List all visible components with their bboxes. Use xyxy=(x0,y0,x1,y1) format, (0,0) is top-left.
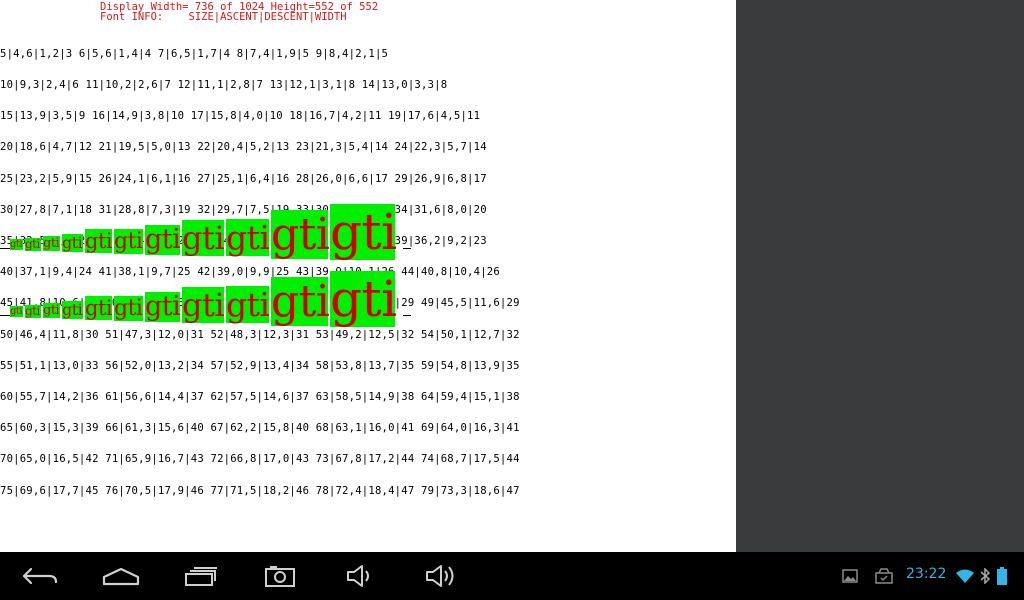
wifi-icon xyxy=(956,569,974,583)
font-table-row: 55|51,1|13,0|33 56|52,0|13,2|34 57|52,9|… xyxy=(0,359,520,372)
font-sample: gti xyxy=(43,236,60,251)
home-button[interactable] xyxy=(100,560,142,592)
font-table-row: 70|65,0|16,5|42 71|65,9|16,7|43 72|66,8|… xyxy=(0,453,520,466)
baseline-marker xyxy=(403,248,411,249)
font-sample: gti xyxy=(182,219,225,257)
font-sample: gti xyxy=(271,209,330,260)
font-sample: gti xyxy=(25,237,41,251)
font-sample: gti xyxy=(25,304,41,318)
font-sample: gti xyxy=(85,229,113,253)
recent-apps-icon xyxy=(185,567,217,586)
volume-down-icon xyxy=(347,565,369,587)
gallery-notification[interactable] xyxy=(842,560,858,592)
font-sample: gti xyxy=(85,296,113,320)
screenshot-button[interactable] xyxy=(263,560,297,592)
font-table-row: 65|60,3|15,3|39 66|61,3|15,6|40 67|62,2|… xyxy=(0,422,520,435)
recent-apps-button[interactable] xyxy=(182,560,220,592)
status-clock: 23:22 xyxy=(906,566,947,582)
side-panel xyxy=(736,0,1024,552)
font-sample-row: gti gti gti gti gti gti gti gti gti gti gti xyxy=(0,268,736,348)
storage-notification[interactable] xyxy=(875,560,893,592)
font-sample: gti xyxy=(43,303,60,318)
font-table-row: 25|23,2|5,9|15 26|24,1|6,1|16 27|25,1|6,… xyxy=(0,172,487,185)
font-table-row: 20|18,6|4,7|12 21|19,5|5,0|13 22|20,4|5,… xyxy=(0,141,487,154)
bluetooth-icon xyxy=(980,568,990,584)
back-button[interactable] xyxy=(20,560,60,592)
font-table-row: 60|55,7|14,2|36 61|56,6|14,4|37 62|57,5|… xyxy=(0,391,520,404)
home-icon xyxy=(102,567,140,586)
wifi-status xyxy=(955,560,975,592)
battery-icon xyxy=(997,567,1007,585)
font-sample: gti xyxy=(10,306,23,317)
font-sample: gti xyxy=(330,270,397,328)
font-sample: gti xyxy=(62,300,83,319)
navigation-bar xyxy=(0,552,1024,600)
font-sample: gti xyxy=(145,224,181,255)
font-sample: gti xyxy=(226,285,270,324)
font-table-row: 5|4,6|1,2|3 6|5,6|1,4|4 7|6,5|1,7|4 8|7,… xyxy=(0,47,389,60)
screenshot-icon xyxy=(265,566,295,587)
font-sample: gti xyxy=(271,276,330,327)
baseline-marker xyxy=(0,315,10,316)
storage-notification-icon xyxy=(875,568,893,584)
bluetooth-status xyxy=(980,560,990,592)
font-table-row: 75|69,6|17,7|45 76|70,5|17,9|46 77|71,5|… xyxy=(0,484,520,497)
app-canvas: Display Width= 736 of 1024 Height=552 of… xyxy=(0,0,736,552)
font-sample: gti xyxy=(62,233,83,252)
font-sample: gti xyxy=(330,203,397,261)
font-sample: gti xyxy=(226,218,270,257)
font-sample: gti xyxy=(10,239,23,250)
font-sample: gti xyxy=(182,286,225,324)
gallery-notification-icon xyxy=(842,569,858,583)
font-sample: gti xyxy=(114,296,143,321)
baseline-marker xyxy=(0,248,10,249)
back-icon xyxy=(22,567,58,585)
baseline-marker xyxy=(403,315,411,316)
font-sample: gti xyxy=(145,291,181,322)
battery-status xyxy=(996,560,1008,592)
volume-up-icon xyxy=(426,565,454,587)
font-table-row: 15|13,9|3,5|9 16|14,9|3,8|10 17|15,8|4,0… xyxy=(0,110,481,123)
font-table-row: 10|9,3|2,4|6 11|10,2|2,6|7 12|11,1|2,8|7… xyxy=(0,79,448,92)
font-info-header: Font INFO: SIZE|ASCENT|DESCENT|WIDTH xyxy=(100,11,347,23)
font-sample: gti xyxy=(114,229,143,254)
volume-down-button[interactable] xyxy=(344,560,376,592)
volume-up-button[interactable] xyxy=(424,560,458,592)
